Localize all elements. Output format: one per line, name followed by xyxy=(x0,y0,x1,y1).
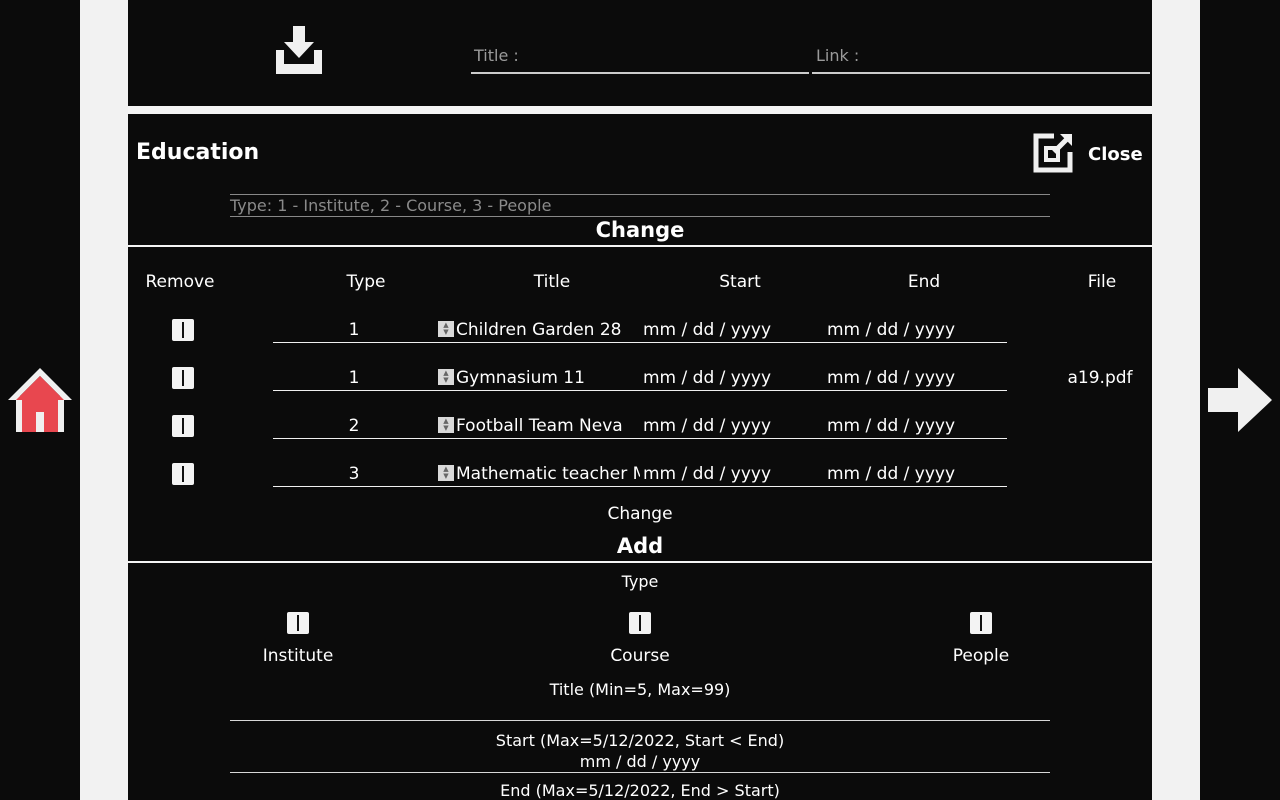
row-type[interactable]: 3 xyxy=(324,464,384,484)
col-header-end: End xyxy=(907,272,941,292)
row-start-date[interactable]: mm / dd / yyyy xyxy=(643,464,771,484)
type-input[interactable]: Type: 1 - Institute, 2 - Course, 3 - Peo… xyxy=(230,196,551,215)
type-input-bottom-border xyxy=(230,216,1050,217)
row-start-date[interactable]: mm / dd / yyyy xyxy=(643,320,771,340)
download-icon xyxy=(276,26,322,74)
row-title[interactable]: Children Garden 28 xyxy=(456,320,640,340)
add-type-label: Type xyxy=(621,572,659,591)
row-start-date[interactable]: mm / dd / yyyy xyxy=(643,368,771,388)
add-title-input[interactable] xyxy=(230,720,1050,721)
row-title[interactable]: Gymnasium 11 xyxy=(456,368,640,388)
row-type[interactable]: 2 xyxy=(324,416,384,436)
row-type[interactable]: 1 xyxy=(324,368,384,388)
type-option-course[interactable]: Course xyxy=(590,646,690,666)
spinner-icon[interactable]: ▲ ▼ xyxy=(438,417,454,433)
left-gutter xyxy=(80,0,128,800)
col-header-type: Type xyxy=(346,272,386,292)
row-underline xyxy=(273,390,1007,391)
type-radio-people[interactable] xyxy=(970,612,992,634)
home-button[interactable] xyxy=(6,366,74,434)
add-end-label: End (Max=5/12/2022, End > Start) xyxy=(500,781,780,800)
col-header-title: Title xyxy=(533,272,571,292)
type-option-people[interactable]: People xyxy=(931,646,1031,666)
type-input-top-border xyxy=(230,194,1050,195)
title-input-underline xyxy=(471,72,809,74)
row-underline xyxy=(273,438,1007,439)
download-button[interactable] xyxy=(274,24,324,76)
row-end-date[interactable]: mm / dd / yyyy xyxy=(827,368,955,388)
title-input[interactable]: Title : xyxy=(474,46,519,65)
col-header-remove: Remove xyxy=(145,272,215,292)
remove-checkbox[interactable] xyxy=(172,319,194,341)
link-panel: Title : Link : xyxy=(128,0,1152,106)
spinner-icon[interactable]: ▲ ▼ xyxy=(438,465,454,481)
edit-external-icon xyxy=(1033,133,1073,173)
close-label[interactable]: Close xyxy=(1088,144,1143,165)
link-input[interactable]: Link : xyxy=(816,46,859,65)
type-radio-institute[interactable] xyxy=(287,612,309,634)
change-section-divider xyxy=(128,245,1152,247)
page-title: Education xyxy=(136,140,260,165)
arrow-right-icon xyxy=(1208,368,1272,432)
education-panel: Education Close Type: 1 - Institute, 2 -… xyxy=(128,114,1152,800)
remove-checkbox[interactable] xyxy=(172,367,194,389)
col-header-start: Start xyxy=(719,272,761,292)
close-edit-button[interactable] xyxy=(1032,132,1074,174)
add-start-label: Start (Max=5/12/2022, Start < End) xyxy=(495,731,785,750)
change-button[interactable]: Change xyxy=(590,504,690,524)
change-section-title: Change xyxy=(595,218,685,242)
remove-checkbox[interactable] xyxy=(172,463,194,485)
add-title-label: Title (Min=5, Max=99) xyxy=(549,680,731,699)
right-gutter xyxy=(1152,0,1200,800)
row-end-date[interactable]: mm / dd / yyyy xyxy=(827,320,955,340)
row-file-link[interactable]: a19.pdf xyxy=(1050,368,1150,388)
remove-checkbox[interactable] xyxy=(172,415,194,437)
panel-separator xyxy=(128,106,1152,114)
add-section-title: Add xyxy=(616,534,664,558)
spinner-icon[interactable]: ▲ ▼ xyxy=(438,321,454,337)
row-end-date[interactable]: mm / dd / yyyy xyxy=(827,464,955,484)
row-underline xyxy=(273,342,1007,343)
add-start-underline xyxy=(230,772,1050,773)
row-title[interactable]: Football Team Neva xyxy=(456,416,640,436)
row-start-date[interactable]: mm / dd / yyyy xyxy=(643,416,771,436)
home-icon xyxy=(8,368,72,432)
type-option-institute[interactable]: Institute xyxy=(248,646,348,666)
link-input-underline xyxy=(812,72,1150,74)
add-section-divider xyxy=(128,561,1152,563)
row-type[interactable]: 1 xyxy=(324,320,384,340)
row-title[interactable]: Mathematic teacher M xyxy=(456,464,640,484)
col-header-file: File xyxy=(1087,272,1117,292)
next-button[interactable] xyxy=(1206,366,1274,434)
type-radio-course[interactable] xyxy=(629,612,651,634)
spinner-icon[interactable]: ▲ ▼ xyxy=(438,369,454,385)
row-end-date[interactable]: mm / dd / yyyy xyxy=(827,416,955,436)
add-start-date[interactable]: mm / dd / yyyy xyxy=(128,752,1152,771)
row-underline xyxy=(273,486,1007,487)
